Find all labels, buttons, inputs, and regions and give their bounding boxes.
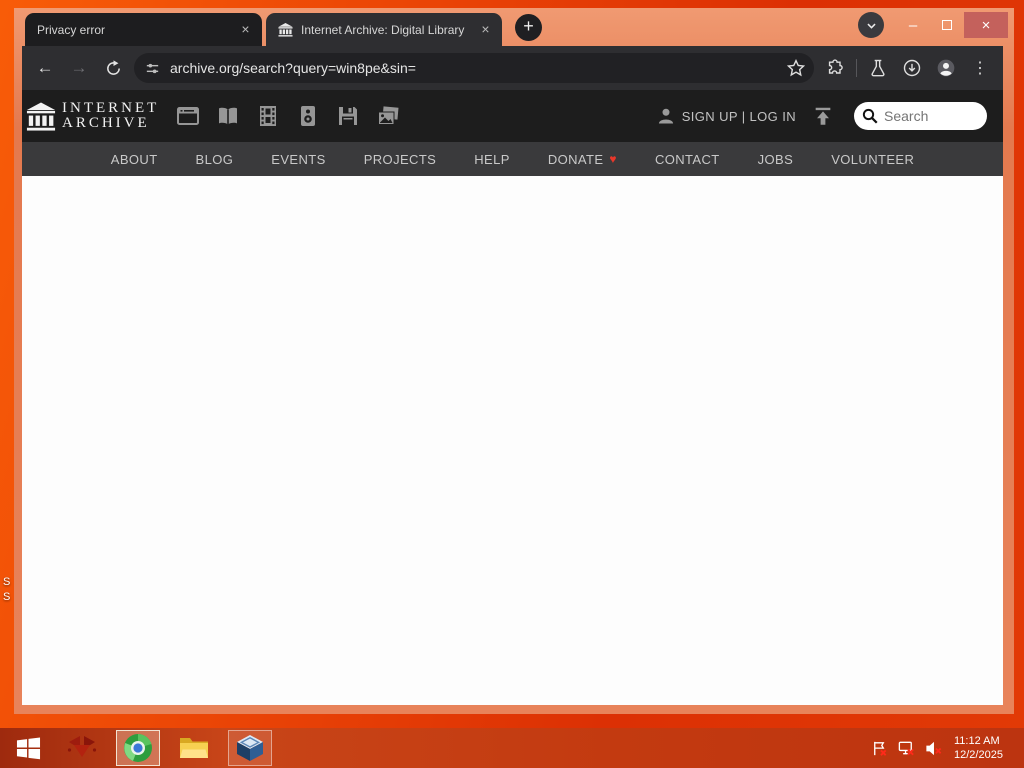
nav-item-volunteer[interactable]: VOLUNTEER xyxy=(831,152,914,167)
nav-item-about[interactable]: ABOUT xyxy=(111,152,158,167)
page-content-blank xyxy=(22,176,1003,705)
taskbar-browser-button[interactable] xyxy=(116,730,160,766)
browser-menu-button[interactable]: ⋮ xyxy=(967,55,993,81)
nav-item-help[interactable]: HELP xyxy=(474,152,510,167)
toolbar-separator xyxy=(856,59,857,77)
taskbar-red-app-button[interactable] xyxy=(60,730,104,766)
site-search xyxy=(854,102,987,130)
taskbar-clock[interactable]: 11:12 AM 12/2/2025 xyxy=(954,734,1012,762)
tab-search-button[interactable] xyxy=(858,12,884,38)
internet-archive-logo-icon[interactable] xyxy=(26,101,56,132)
upload-icon[interactable] xyxy=(812,105,834,127)
downloads-button[interactable] xyxy=(899,55,925,81)
desktop-background: S S Privacy error × Internet Archive: Di… xyxy=(0,0,1024,768)
window-controls: – × xyxy=(858,10,1008,40)
clock-date: 12/2/2025 xyxy=(954,749,1003,761)
internet-archive-header: INTERNET ARCHIVE SIGN UP | LOG IN Search xyxy=(22,90,1003,142)
green-browser-icon xyxy=(124,734,152,762)
tab-strip: Privacy error × Internet Archive: Digita… xyxy=(14,8,1014,46)
audio-icon[interactable] xyxy=(295,103,321,129)
desktop-icon-label-fragment: S xyxy=(3,576,11,588)
system-tray xyxy=(868,737,944,759)
person-icon xyxy=(658,108,673,124)
web-icon[interactable] xyxy=(175,103,201,129)
images-icon[interactable] xyxy=(375,103,401,129)
tab-internet-archive[interactable]: Internet Archive: Digital Library × xyxy=(266,13,502,46)
video-icon[interactable] xyxy=(255,103,281,129)
windows-logo-icon xyxy=(16,736,40,759)
close-window-button[interactable]: × xyxy=(964,12,1008,38)
nav-item-projects[interactable]: PROJECTS xyxy=(364,152,437,167)
browser-window: Privacy error × Internet Archive: Digita… xyxy=(14,8,1014,714)
taskbar: 11:12 AM 12/2/2025 xyxy=(0,728,1024,768)
bookmark-star-icon[interactable] xyxy=(786,58,806,78)
restore-icon xyxy=(942,20,952,30)
nav-item-blog[interactable]: BLOG xyxy=(196,152,234,167)
file-explorer-icon xyxy=(180,738,208,758)
software-icon[interactable] xyxy=(335,103,361,129)
labs-button[interactable] xyxy=(865,55,891,81)
internet-archive-navbar: ABOUT BLOG EVENTS PROJECTS HELP DONATE ♥… xyxy=(22,142,1003,176)
signup-login-links[interactable]: SIGN UP | LOG IN xyxy=(682,109,796,124)
profile-button[interactable] xyxy=(933,55,959,81)
red-app-icon xyxy=(67,736,97,757)
tab-title: Internet Archive: Digital Library xyxy=(301,22,465,37)
nav-item-contact[interactable]: CONTACT xyxy=(655,152,720,167)
start-button[interactable] xyxy=(8,730,48,766)
tab-close-icon[interactable]: × xyxy=(237,21,254,38)
taskbar-file-explorer-button[interactable] xyxy=(172,730,216,766)
virtualbox-icon xyxy=(237,735,263,761)
download-icon xyxy=(903,59,921,77)
desktop-icon-label-fragment: S xyxy=(3,591,11,603)
heart-icon: ♥ xyxy=(609,152,617,166)
tab-close-icon[interactable]: × xyxy=(477,21,494,38)
search-icon xyxy=(862,108,878,124)
maximize-button[interactable] xyxy=(930,12,964,38)
profile-avatar-icon xyxy=(937,59,955,77)
reload-icon xyxy=(106,59,120,75)
web-page: INTERNET ARCHIVE SIGN UP | LOG IN Search… xyxy=(22,90,1003,705)
address-bar[interactable]: archive.org/search?query=win8pe&sin= xyxy=(134,53,814,83)
nav-item-donate[interactable]: DONATE ♥ xyxy=(548,152,617,167)
chevron-down-icon xyxy=(866,23,876,29)
url-text[interactable]: archive.org/search?query=win8pe&sin= xyxy=(170,60,777,76)
nav-item-jobs[interactable]: JOBS xyxy=(758,152,794,167)
back-button[interactable]: ← xyxy=(32,55,58,81)
extensions-button[interactable] xyxy=(822,55,848,81)
forward-button[interactable]: → xyxy=(66,55,92,81)
new-tab-button[interactable]: + xyxy=(515,14,542,41)
internet-archive-wordmark[interactable]: INTERNET ARCHIVE xyxy=(62,101,159,131)
texts-icon[interactable] xyxy=(215,103,241,129)
media-type-icons xyxy=(175,103,401,129)
tab-title: Privacy error xyxy=(37,22,106,37)
network-disconnected-icon[interactable] xyxy=(895,737,917,759)
clock-time: 11:12 AM xyxy=(954,735,1000,747)
tab-privacy-error[interactable]: Privacy error × xyxy=(25,13,262,46)
volume-muted-icon[interactable] xyxy=(922,737,944,759)
browser-toolbar: ← → archive.org/search?query=win8pe&sin= xyxy=(22,46,1003,90)
nav-item-events[interactable]: EVENTS xyxy=(271,152,325,167)
taskbar-virtualbox-button[interactable] xyxy=(228,730,272,766)
site-settings-tune-icon[interactable] xyxy=(144,60,161,77)
action-center-flag-icon[interactable] xyxy=(868,737,890,759)
labs-flask-icon xyxy=(871,59,885,77)
internet-archive-favicon-icon xyxy=(278,22,293,37)
minimize-button[interactable]: – xyxy=(896,12,930,38)
nav-item-label: DONATE xyxy=(547,151,604,167)
extensions-puzzle-icon xyxy=(828,59,843,74)
reload-button[interactable] xyxy=(100,55,126,81)
